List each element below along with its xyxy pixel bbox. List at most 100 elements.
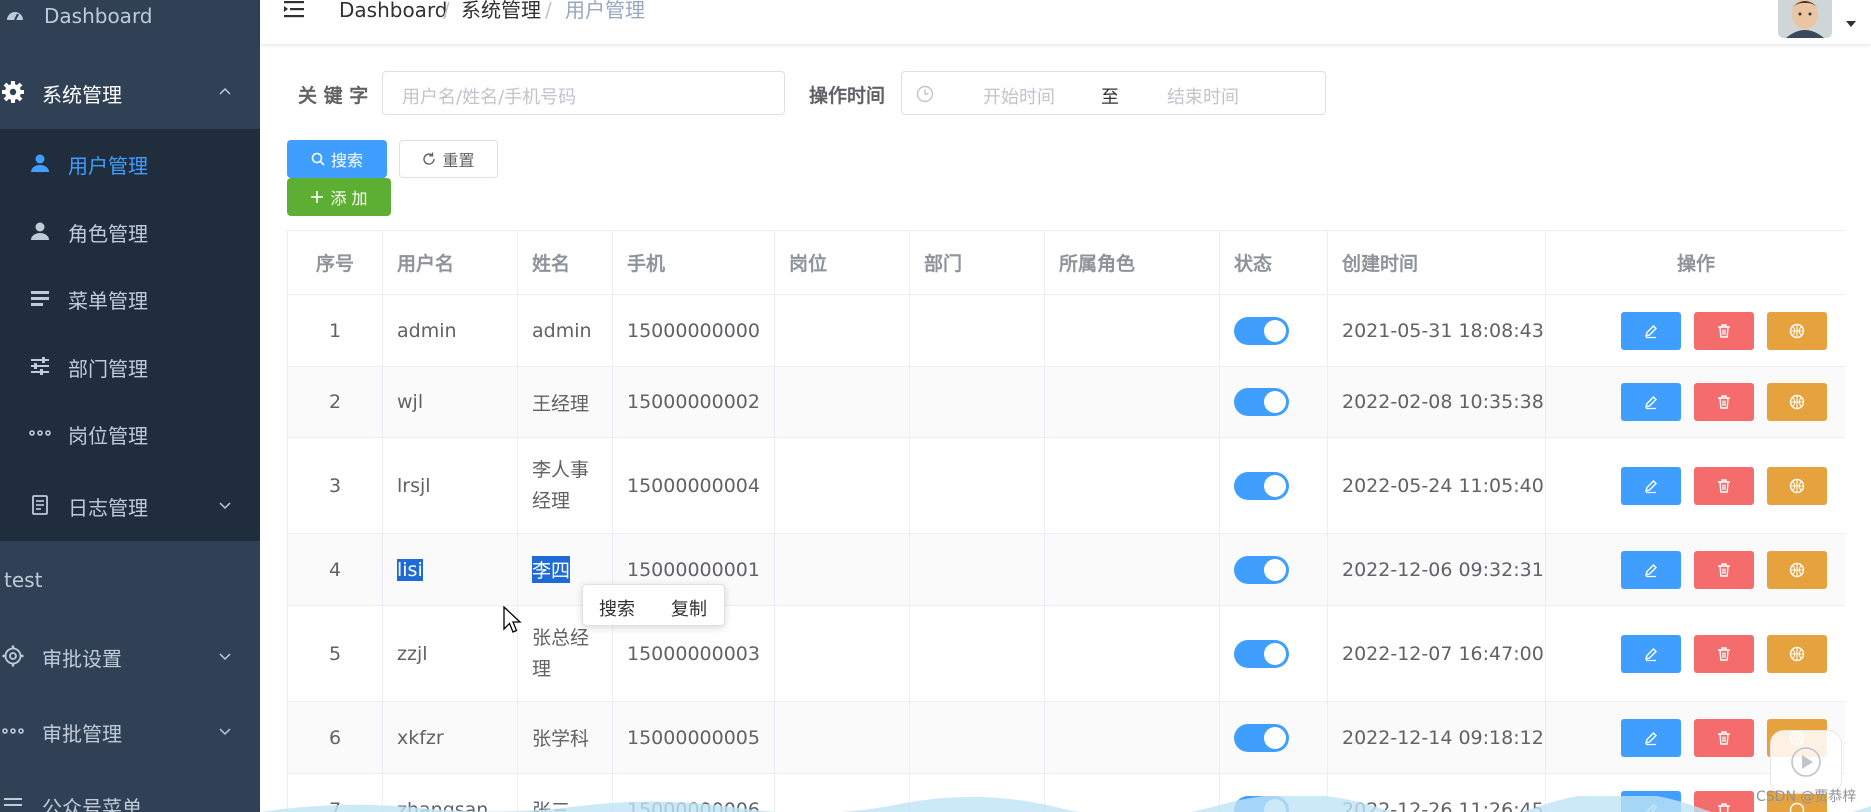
user-icon — [29, 152, 51, 174]
chevron-down-icon — [218, 498, 232, 512]
sidebar-item-label: 用户管理 — [68, 154, 148, 178]
chevron-down-icon — [218, 724, 232, 738]
sidebar-item-posts[interactable]: 岗位管理 — [0, 403, 260, 463]
sidebar-item-test[interactable]: test — [0, 551, 260, 611]
post-cell — [775, 534, 910, 605]
created-cell: 2022-05-24 11:05:40 — [1328, 438, 1546, 533]
username-cell: zzjl — [383, 606, 518, 701]
delete-button[interactable] — [1694, 718, 1754, 757]
edit-icon — [1644, 396, 1657, 410]
status-cell — [1220, 438, 1328, 533]
clock-icon — [916, 85, 934, 103]
breadcrumb-item[interactable]: 系统管理 — [461, 0, 541, 20]
status-toggle[interactable] — [1234, 639, 1289, 668]
sidebar-item-menus[interactable]: 菜单管理 — [0, 268, 260, 328]
sidebar-item-approval-settings[interactable]: 审批设置 — [0, 626, 260, 686]
post-cell — [775, 295, 910, 366]
sidebar-item-departments[interactable]: 部门管理 — [0, 336, 260, 396]
keyword-input[interactable]: 用户名/姓名/手机号码 — [382, 71, 785, 115]
sidebar: Dashboard 系统管理 用户管理 角色管理 菜单管理 部门管理 岗位管理 … — [0, 0, 260, 812]
edit-button[interactable] — [1621, 383, 1681, 421]
edit-button[interactable] — [1621, 550, 1681, 589]
assign-role-button[interactable] — [1767, 311, 1827, 350]
post-cell — [775, 367, 910, 437]
sidebar-item-logs[interactable]: 日志管理 — [0, 475, 260, 535]
edit-button[interactable] — [1621, 311, 1681, 350]
delete-button[interactable] — [1694, 466, 1754, 505]
video-play-overlay[interactable] — [1770, 730, 1842, 794]
created-cell: 2022-12-06 09:32:31 — [1328, 534, 1546, 605]
edit-button[interactable] — [1621, 634, 1681, 673]
context-menu-search[interactable]: 搜索 — [599, 595, 635, 621]
plus-icon — [310, 190, 324, 204]
table-row: 3 lrsjl 李人事经理 15000000004 2022-05-24 11:… — [288, 438, 1845, 534]
sidebar-item-wechat-menu[interactable]: 公众号菜单 — [0, 775, 260, 812]
watermark: CSDN @贾恭梓 — [1756, 789, 1857, 805]
table-row: 1 admin admin 15000000000 2021-05-31 18:… — [288, 295, 1845, 367]
assign-role-button[interactable] — [1767, 634, 1827, 673]
status-toggle[interactable] — [1234, 723, 1289, 752]
sidebar-item-label: 公众号菜单 — [42, 796, 142, 812]
phone-cell: 15000000004 — [613, 438, 775, 533]
add-user-button[interactable]: 添 加 — [287, 178, 391, 216]
document-icon — [29, 494, 51, 516]
keyword-placeholder: 用户名/姓名/手机号码 — [402, 87, 577, 108]
assign-role-button[interactable] — [1767, 383, 1827, 421]
status-cell — [1220, 606, 1328, 701]
trash-icon — [1718, 562, 1730, 577]
table-row: 2 wjl 王经理 15000000002 2022-02-08 10:35:3… — [288, 367, 1845, 438]
breadcrumb-item[interactable]: Dashboard — [339, 0, 448, 20]
date-range-picker[interactable]: 开始时间 至 结束时间 — [901, 71, 1326, 115]
dept-cell — [910, 534, 1045, 605]
hamburger-icon[interactable] — [284, 0, 306, 20]
delete-button[interactable] — [1694, 634, 1754, 673]
trash-icon — [1718, 323, 1730, 338]
edit-button[interactable] — [1621, 718, 1681, 757]
avatar[interactable] — [1778, 0, 1832, 38]
row-number: 5 — [288, 606, 383, 701]
delete-button[interactable] — [1694, 550, 1754, 589]
add-button-label: 添 加 — [330, 189, 368, 208]
breadcrumb-separator: / — [545, 0, 552, 22]
edit-button[interactable] — [1621, 466, 1681, 505]
assign-role-button[interactable] — [1767, 466, 1827, 505]
sidebar-item-label: 岗位管理 — [68, 424, 148, 448]
start-date-placeholder: 开始时间 — [983, 87, 1055, 108]
sidebar-item-users[interactable]: 用户管理 — [0, 133, 260, 193]
sidebar-item-label: 审批管理 — [42, 722, 122, 746]
sidebar-item-dashboard[interactable]: Dashboard — [0, 0, 260, 32]
basketball-icon — [1789, 478, 1805, 493]
dept-cell — [910, 295, 1045, 366]
status-toggle[interactable] — [1234, 555, 1289, 584]
sidebar-item-approvals[interactable]: 审批管理 — [0, 701, 260, 761]
chevron-down-icon — [218, 649, 232, 663]
dashboard-icon — [4, 5, 26, 27]
selected-text: lisi — [397, 558, 423, 581]
context-menu: 搜索 复制 — [582, 584, 725, 626]
delete-button[interactable] — [1694, 383, 1754, 421]
status-toggle[interactable] — [1234, 388, 1289, 416]
actions-cell — [1546, 606, 1845, 701]
sidebar-item-system[interactable]: 系统管理 — [0, 62, 260, 122]
status-toggle[interactable] — [1234, 471, 1289, 500]
search-button-label: 搜索 — [330, 151, 363, 170]
role-cell — [1045, 367, 1220, 437]
status-cell — [1220, 534, 1328, 605]
row-number: 4 — [288, 534, 383, 605]
mouse-cursor — [503, 606, 523, 636]
actions-cell — [1546, 295, 1845, 366]
ellipsis-icon — [2, 720, 24, 742]
context-menu-copy[interactable]: 复制 — [671, 595, 707, 621]
status-toggle[interactable] — [1234, 316, 1289, 345]
search-button[interactable]: 搜索 — [287, 140, 387, 178]
reset-button[interactable]: 重置 — [399, 140, 498, 178]
user-icon — [29, 220, 51, 242]
sidebar-item-roles[interactable]: 角色管理 — [0, 201, 260, 261]
name-cell: admin — [518, 295, 613, 366]
caret-down-icon[interactable] — [1845, 20, 1857, 28]
time-label: 操作时间 — [809, 85, 886, 107]
assign-role-button[interactable] — [1767, 550, 1827, 589]
username-cell: xkfzr — [383, 702, 518, 773]
delete-button[interactable] — [1694, 311, 1754, 350]
created-cell: 2022-12-14 09:18:12 — [1328, 702, 1546, 773]
